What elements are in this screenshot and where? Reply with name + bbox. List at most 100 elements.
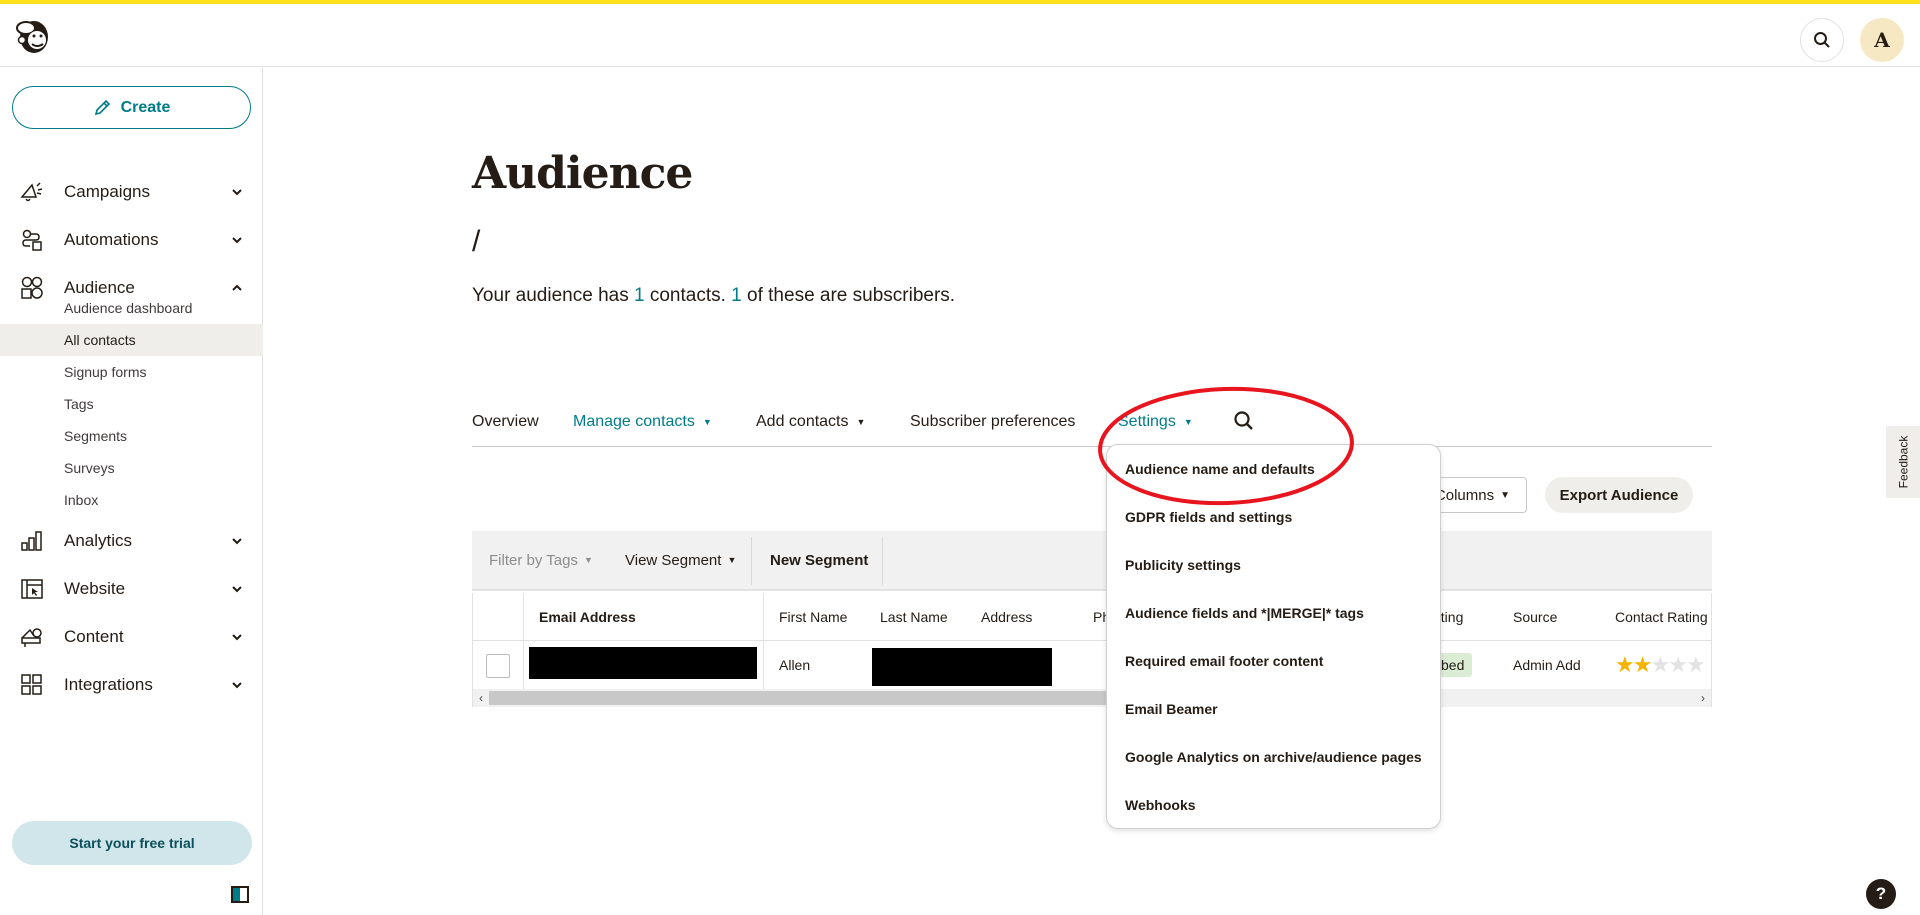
feedback-label: Feedback	[1896, 435, 1911, 489]
summary-text: of these are subscribers.	[741, 285, 956, 306]
sidebar-label: Integrations	[64, 675, 153, 694]
export-audience-button[interactable]: Export Audience	[1545, 477, 1693, 513]
menu-item-google-analytics[interactable]: Google Analytics on archive/audience pag…	[1125, 749, 1422, 765]
chevron-down-icon	[232, 189, 242, 196]
column-header-contact-rating[interactable]: Contact Rating	[1615, 593, 1708, 641]
sidebar-item-website[interactable]: Website	[0, 569, 263, 609]
scroll-left-icon[interactable]: ‹	[473, 689, 489, 707]
sidebar: Create Campaigns Automations Audience Au…	[0, 68, 263, 915]
cell-contact-rating: ★ ★ ★ ★ ★	[1615, 641, 1706, 689]
sidebar-label: Automations	[64, 230, 159, 249]
sidebar-subitem-surveys[interactable]: Surveys	[0, 452, 263, 484]
audience-tabs: Overview Manage contacts ▼ Add contacts ▼ …	[472, 405, 1712, 447]
star-empty-icon[interactable]: ★	[1650, 652, 1670, 678]
tab-manage-contacts[interactable]: Manage contacts ▼	[573, 413, 712, 431]
scroll-right-icon[interactable]: ›	[1695, 689, 1711, 707]
menu-item-email-beamer[interactable]: Email Beamer	[1125, 701, 1218, 717]
megaphone-icon	[20, 180, 44, 204]
tab-settings[interactable]: Settings ▼	[1118, 413, 1193, 431]
sidebar-subitem-signup-forms[interactable]: Signup forms	[0, 356, 263, 388]
tab-subscriber-preferences[interactable]: Subscriber preferences	[910, 413, 1075, 431]
sidebar-label: Content	[64, 627, 124, 646]
subitem-label: Segments	[64, 428, 128, 444]
subscribers-count[interactable]: 1	[731, 285, 742, 306]
tab-label: Settings	[1118, 413, 1176, 430]
star-filled-icon[interactable]: ★	[1633, 652, 1653, 678]
column-header-email[interactable]: Email Address	[539, 593, 636, 641]
user-avatar[interactable]: A	[1860, 18, 1904, 62]
menu-item-publicity-settings[interactable]: Publicity settings	[1125, 557, 1241, 573]
tab-label: Manage contacts	[573, 413, 695, 430]
sidebar-subitem-tags[interactable]: Tags	[0, 388, 263, 420]
table-row[interactable]: Allen bed Admin Add ★ ★ ★ ★ ★	[473, 641, 1711, 689]
filter-by-tags-dropdown[interactable]: Filter by Tags ▼	[489, 531, 593, 589]
help-button[interactable]: ?	[1866, 879, 1896, 909]
chevron-down-icon: ▼	[583, 555, 593, 565]
subitem-label: All contacts	[64, 332, 136, 348]
menu-item-gdpr-fields[interactable]: GDPR fields and settings	[1125, 509, 1292, 525]
settings-dropdown-menu: Audience name and defaults GDPR fields a…	[1106, 444, 1441, 829]
tab-label: Subscriber preferences	[910, 413, 1076, 430]
feedback-tab[interactable]: Feedback	[1886, 426, 1920, 498]
sidebar-item-automations[interactable]: Automations	[0, 220, 263, 260]
sidebar-collapse-icon[interactable]	[231, 886, 249, 903]
divider	[882, 537, 883, 585]
segment-filter-bar: Filter by Tags ▼ View Segment ▼ New Segmen…	[472, 531, 1712, 591]
contacts-count[interactable]: 1	[634, 285, 645, 306]
horizontal-scrollbar[interactable]: ‹ ›	[473, 689, 1711, 707]
grid-icon	[20, 673, 44, 697]
menu-item-audience-name-defaults[interactable]: Audience name and defaults	[1125, 461, 1315, 477]
column-header-last-name[interactable]: Last Name	[880, 593, 948, 641]
star-empty-icon[interactable]: ★	[1686, 652, 1706, 678]
menu-item-audience-fields-merge-tags[interactable]: Audience fields and *|MERGE|* tags	[1125, 605, 1364, 621]
star-empty-icon[interactable]: ★	[1668, 652, 1688, 678]
tab-add-contacts[interactable]: Add contacts ▼	[756, 413, 865, 431]
sidebar-item-content[interactable]: Content	[0, 617, 263, 657]
menu-item-webhooks[interactable]: Webhooks	[1125, 797, 1196, 813]
scrollbar-thumb[interactable]	[489, 691, 1129, 705]
column-header-first-name[interactable]: First Name	[779, 593, 847, 641]
chevron-down-icon: ▼	[856, 417, 866, 427]
view-segment-dropdown[interactable]: View Segment ▼	[625, 531, 736, 589]
pencil-icon	[94, 99, 110, 115]
summary-text: Your audience has	[472, 285, 634, 306]
last-name-redacted	[872, 648, 1052, 686]
sidebar-subitem-all-contacts[interactable]: All contacts	[0, 324, 263, 356]
filter-label: View Segment	[625, 551, 722, 569]
table-header-row: Email Address First Name Last Name Addre…	[473, 593, 1711, 641]
chevron-down-icon	[232, 538, 242, 545]
sidebar-item-campaigns[interactable]: Campaigns	[0, 172, 263, 212]
filter-label: New Segment	[770, 551, 869, 569]
column-header-address[interactable]: Address	[981, 593, 1032, 641]
page-title: Audience	[472, 148, 693, 199]
search-icon	[1814, 32, 1830, 48]
search-icon[interactable]	[1232, 409, 1256, 433]
sidebar-subitem-segments[interactable]: Segments	[0, 420, 263, 452]
chevron-down-icon	[232, 237, 242, 244]
website-icon	[20, 577, 44, 601]
header-search-button[interactable]	[1800, 18, 1844, 62]
content-icon	[20, 625, 44, 649]
new-segment-button[interactable]: New Segment	[770, 531, 868, 589]
column-header-source[interactable]: Source	[1513, 593, 1557, 641]
sidebar-item-analytics[interactable]: Analytics	[0, 521, 263, 561]
chevron-down-icon: ▼	[1500, 489, 1510, 501]
sidebar-item-integrations[interactable]: Integrations	[0, 665, 263, 705]
audience-summary: Your audience has 1 contacts. 1 of these…	[472, 285, 955, 307]
subitem-label: Signup forms	[64, 364, 147, 380]
sidebar-subitem-inbox[interactable]: Inbox	[0, 484, 263, 516]
bar-chart-icon	[20, 529, 44, 553]
tab-overview[interactable]: Overview	[472, 413, 539, 431]
create-button[interactable]: Create	[12, 86, 251, 129]
menu-item-required-footer[interactable]: Required email footer content	[1125, 653, 1323, 669]
row-checkbox[interactable]	[486, 654, 510, 678]
mailchimp-logo-icon[interactable]	[12, 16, 52, 56]
start-free-trial-button[interactable]: Start your free trial	[12, 821, 252, 865]
tab-label: Overview	[472, 413, 539, 430]
automation-flow-icon	[20, 228, 44, 252]
subitem-label: Audience dashboard	[64, 300, 193, 316]
sidebar-subitem-audience-dashboard[interactable]: Audience dashboard	[0, 292, 263, 324]
contacts-table: Email Address First Name Last Name Addre…	[472, 593, 1712, 707]
star-filled-icon[interactable]: ★	[1615, 652, 1635, 678]
tab-label: Add contacts	[756, 413, 849, 430]
